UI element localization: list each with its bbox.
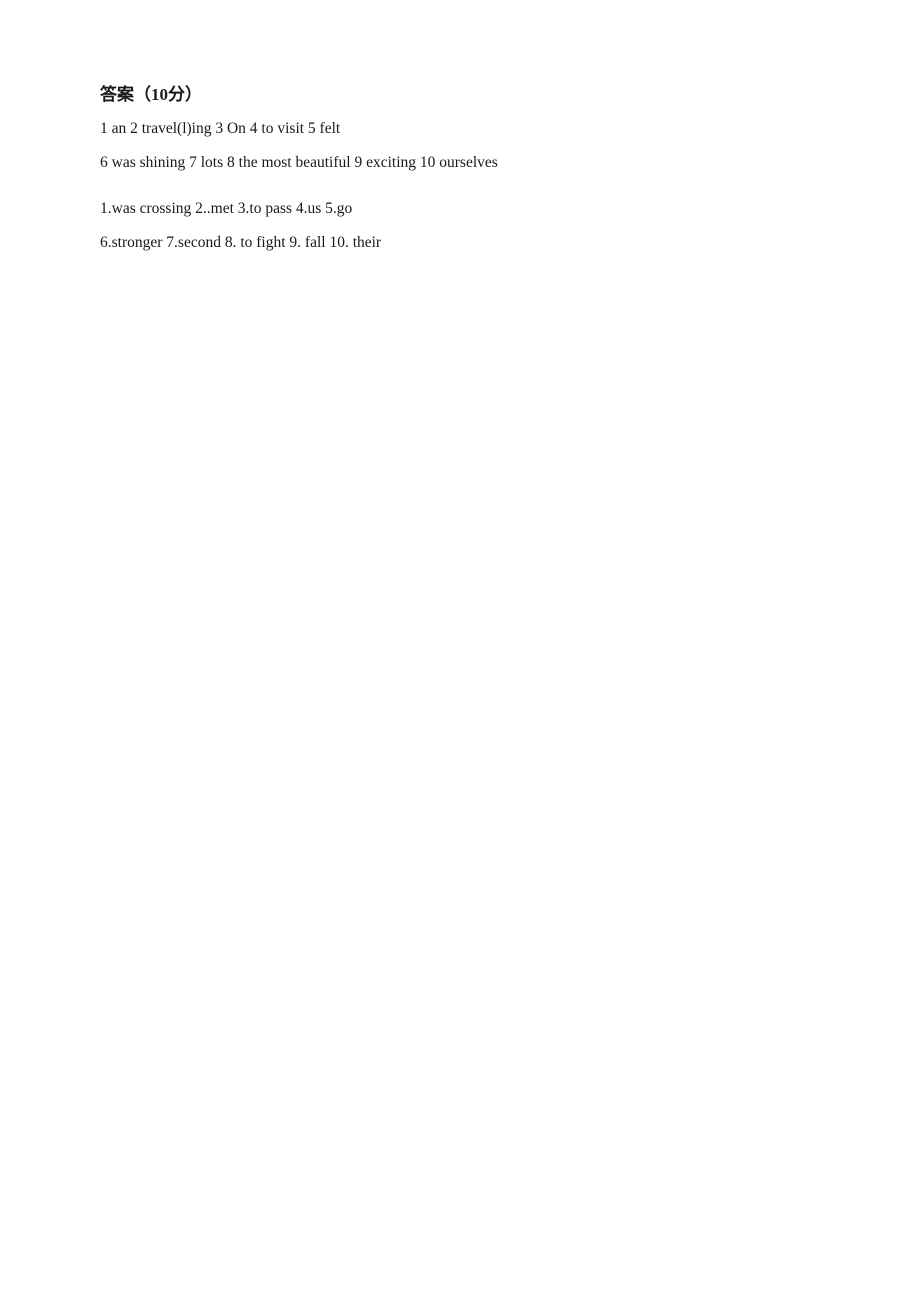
answer-row-4: 6.stronger 7.second 8. to fight 9. fall … (100, 229, 820, 257)
answer-row-3: 1.was crossing 2..met 3.to pass 4.us 5.g… (100, 195, 820, 223)
answer-title: 答案（10分） (100, 80, 820, 105)
answer-row-1: 1 an 2 travel(l)ing 3 On 4 to visit 5 fe… (100, 115, 820, 143)
answer-row-2: 6 was shining 7 lots 8 the most beautifu… (100, 149, 820, 177)
